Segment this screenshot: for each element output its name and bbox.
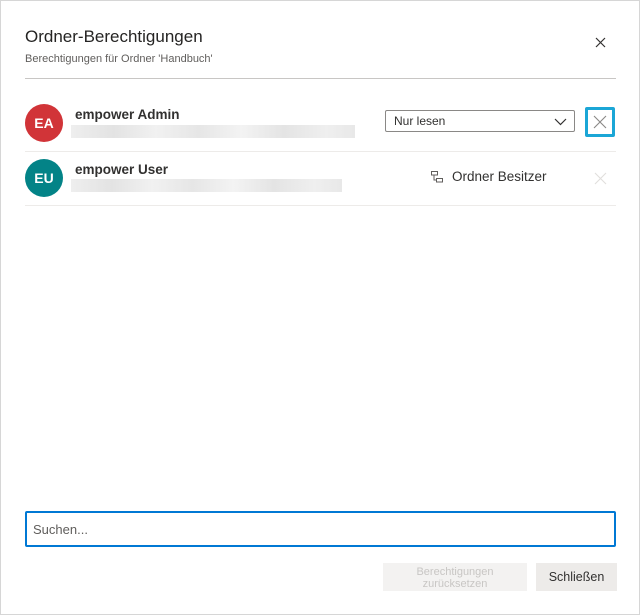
redacted-email (71, 179, 342, 192)
owner-role: Ordner Besitzer (452, 169, 547, 184)
owner-label: Ordner Besitzer (431, 169, 547, 184)
reset-label-line2: zurücksetzen (422, 578, 488, 590)
close-button[interactable]: Schließen (536, 563, 617, 591)
avatar: EA (25, 104, 63, 142)
chevron-down-icon (554, 114, 567, 134)
folder-permissions-dialog: Ordner-Berechtigungen Berechtigungen für… (0, 0, 640, 615)
header-divider (25, 78, 616, 79)
permission-value: Nur lesen (394, 114, 446, 128)
avatar: EU (25, 159, 63, 197)
remove-icon (593, 115, 607, 129)
reset-permissions-button[interactable]: Berechtigungen zurücksetzen (383, 563, 527, 591)
search-input[interactable] (25, 511, 616, 547)
remove-icon (594, 172, 606, 184)
permission-dropdown[interactable]: Nur lesen (385, 110, 575, 132)
user-name: empower User (75, 162, 169, 177)
redacted-email (71, 125, 355, 138)
reset-label-line1: Berechtigungen (416, 566, 494, 578)
dialog-title: Ordner-Berechtigungen (25, 27, 203, 46)
user-row-admin: EA empower Admin Nur lesen (25, 97, 616, 152)
remove-user-button[interactable] (585, 107, 615, 137)
dialog-close-button[interactable] (589, 31, 611, 53)
user-name: empower Admin (75, 107, 180, 122)
user-row-user: EU empower User Ordner Besitzer (25, 151, 616, 206)
close-icon (595, 37, 605, 47)
remove-user-button-disabled (592, 170, 608, 186)
hierarchy-icon (431, 170, 443, 183)
dialog-subtitle: Berechtigungen für Ordner 'Handbuch' (25, 53, 213, 65)
